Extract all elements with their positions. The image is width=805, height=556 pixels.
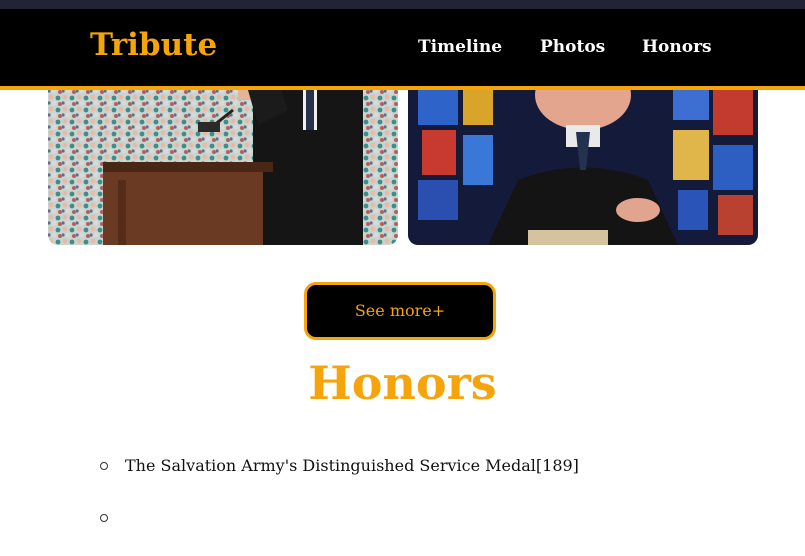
honors-item-text: The Salvation Army's Distinguished Servi… — [125, 456, 579, 475]
preacher-stained-glass-image — [408, 70, 758, 245]
nav-link-photos[interactable]: Photos — [540, 37, 605, 57]
see-more-button[interactable]: See more+ — [304, 282, 496, 340]
browser-top-strip — [0, 0, 805, 9]
nav-link-timeline[interactable]: Timeline — [418, 37, 502, 57]
nav-links: Timeline Photos Honors — [0, 37, 805, 61]
gallery-photo-preacher-stained-glass[interactable] — [408, 70, 758, 245]
honors-list-item — [100, 504, 780, 544]
hollow-circle-bullet-icon — [100, 514, 108, 522]
gallery-photo-speaker-podium[interactable] — [48, 70, 398, 245]
honors-list: The Salvation Army's Distinguished Servi… — [100, 452, 780, 556]
site-navbar: Tribute Timeline Photos Honors — [0, 9, 805, 90]
honors-list-item: The Salvation Army's Distinguished Servi… — [100, 452, 780, 492]
nav-link-honors[interactable]: Honors — [642, 37, 712, 57]
honors-section-title: Honors — [308, 356, 497, 410]
speaker-at-podium-image — [48, 70, 398, 245]
hollow-circle-bullet-icon — [100, 462, 108, 470]
